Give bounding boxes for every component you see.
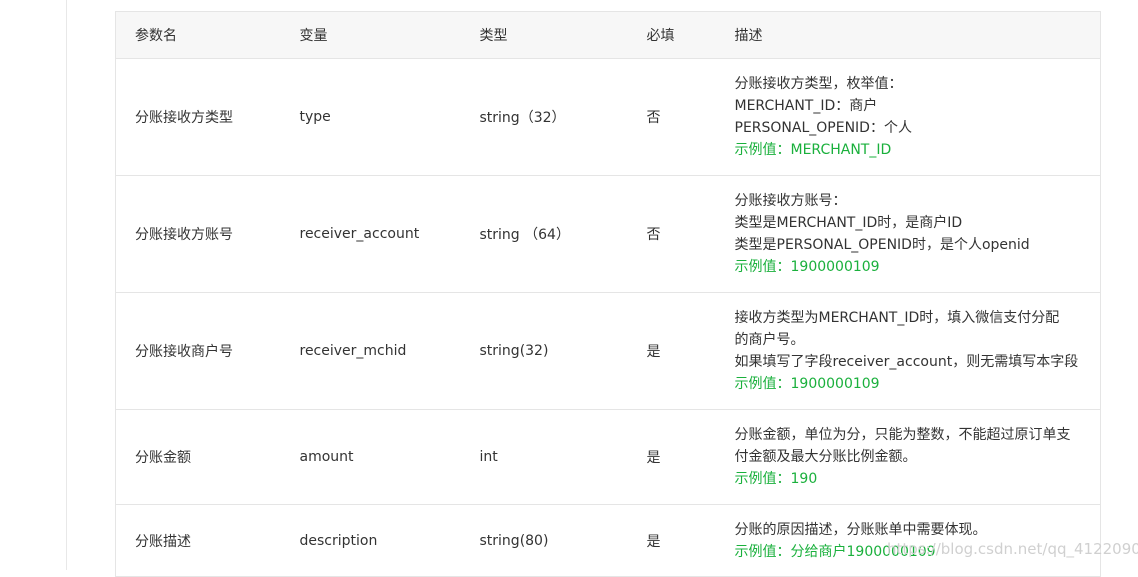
example-value: 示例值：MERCHANT_ID [734, 142, 892, 158]
description-line: 类型是PERSONAL_OPENID时，是个人openid [734, 237, 1030, 253]
page-left-border [66, 0, 67, 570]
parameter-table-container: 参数名 变量 类型 必填 描述 分账接收方类型 type string（32） … [115, 11, 1101, 577]
table-row: 分账接收方类型 type string（32） 否 分账接收方类型，枚举值： M… [115, 58, 1101, 176]
description-line: PERSONAL_OPENID：个人 [734, 120, 912, 136]
blog-watermark: https://blog.csdn.net/qq_41220904 [887, 540, 1138, 558]
table-row: 分账接收方账号 receiver_account string （64） 否 分… [115, 175, 1101, 293]
header-description: 描述 [724, 11, 1101, 59]
description-line: 类型是MERCHANT_ID时，是商户ID [734, 215, 963, 231]
description-line: 接收方类型为MERCHANT_ID时，填入微信支付分配 [734, 310, 1060, 326]
description-line: 分账接收方类型，枚举值： [734, 76, 903, 92]
description-line: 如果填写了字段receiver_account，则无需填写本字段 [734, 354, 1079, 370]
header-type: 类型 [460, 11, 628, 59]
cell-variable: receiver_mchid [280, 292, 461, 410]
cell-description: 分账接收方类型，枚举值： MERCHANT_ID：商户 PERSONAL_OPE… [724, 58, 1101, 176]
example-value: 示例值：1900000109 [734, 259, 880, 275]
table-row: 分账金额 amount int 是 分账金额，单位为分，只能为整数，不能超过原订… [115, 409, 1101, 505]
description-line: 分账的原因描述，分账账单中需要体现。 [734, 521, 987, 538]
description-line: 付金额及最大分账比例金额。 [734, 449, 917, 465]
cell-variable: receiver_account [280, 175, 461, 293]
cell-required: 是 [627, 409, 725, 505]
header-param-name: 参数名 [115, 11, 281, 59]
table-header-row: 参数名 变量 类型 必填 描述 [115, 11, 1101, 59]
cell-type: string （64） [460, 175, 628, 293]
cell-required: 是 [627, 504, 725, 577]
description-line: 分账接收方账号： [734, 193, 847, 209]
cell-param-name: 分账金额 [115, 409, 281, 505]
header-variable: 变量 [280, 11, 461, 59]
cell-description: 分账金额，单位为分，只能为整数，不能超过原订单支 付金额及最大分账比例金额。 示… [724, 409, 1101, 505]
cell-type: string（32） [460, 58, 628, 176]
parameter-table: 参数名 变量 类型 必填 描述 分账接收方类型 type string（32） … [115, 11, 1101, 577]
description-line: 分账金额，单位为分，只能为整数，不能超过原订单支 [734, 427, 1071, 443]
cell-param-name: 分账接收方类型 [115, 58, 281, 176]
cell-type: string(32) [460, 292, 628, 410]
example-value: 示例值：190 [734, 471, 818, 487]
header-required: 必填 [627, 11, 725, 59]
cell-description: 分账接收方账号： 类型是MERCHANT_ID时，是商户ID 类型是PERSON… [724, 175, 1101, 293]
cell-variable: type [280, 58, 461, 176]
table-row: 分账接收商户号 receiver_mchid string(32) 是 接收方类… [115, 292, 1101, 410]
cell-required: 是 [627, 292, 725, 410]
cell-type: string(80) [460, 504, 628, 577]
example-value: 示例值：1900000109 [734, 376, 880, 392]
description-line: 的商户号。 [734, 332, 805, 348]
cell-param-name: 分账接收商户号 [115, 292, 281, 410]
cell-variable: description [280, 504, 461, 577]
description-line: MERCHANT_ID：商户 [734, 98, 878, 114]
cell-description: 接收方类型为MERCHANT_ID时，填入微信支付分配 的商户号。 如果填写了字… [724, 292, 1101, 410]
cell-variable: amount [280, 409, 461, 505]
cell-required: 否 [627, 58, 725, 176]
cell-required: 否 [627, 175, 725, 293]
cell-param-name: 分账接收方账号 [115, 175, 281, 293]
cell-param-name: 分账描述 [115, 504, 281, 577]
cell-type: int [460, 409, 628, 505]
